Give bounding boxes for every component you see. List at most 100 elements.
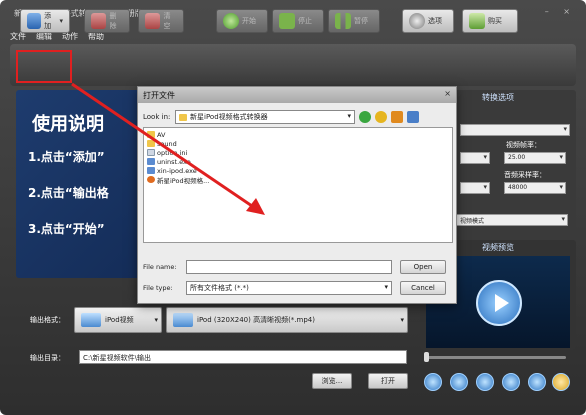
clear-icon: [145, 13, 161, 29]
audio-sample-select[interactable]: 48000: [504, 182, 566, 194]
seek-bar[interactable]: [426, 356, 566, 359]
file-name: xin-ipod.exe: [157, 166, 197, 175]
stop-button[interactable]: 停止: [272, 9, 324, 33]
file-type-label: File type:: [143, 284, 173, 292]
list-item[interactable]: 新星iPod视频格...: [147, 175, 449, 185]
exe-icon: [147, 167, 155, 174]
file-name: AV: [157, 130, 166, 139]
ipod-icon: [81, 313, 101, 327]
open-file-dialog: 打开文件 × Look in: 新星iPod视频格式转换器 ▾ AV sound…: [137, 86, 457, 304]
video-icon: [173, 313, 193, 327]
close-icon[interactable]: ×: [444, 89, 451, 98]
output-dir-input[interactable]: C:\新星视频软件\输出: [79, 350, 407, 364]
app-icon: [147, 176, 155, 183]
browse-button[interactable]: 浏览...: [312, 373, 352, 389]
buy-button[interactable]: 购买: [462, 9, 518, 33]
stop-small-icon[interactable]: [476, 373, 494, 391]
output-format-label: 输出格式：: [30, 316, 65, 324]
settings-select-1[interactable]: [460, 124, 570, 136]
view-menu-icon[interactable]: [407, 111, 419, 123]
seek-handle[interactable]: [424, 352, 429, 362]
file-name: option.ini: [157, 148, 188, 157]
up-folder-icon[interactable]: [375, 111, 387, 123]
chevron-down-icon: ▾: [154, 316, 158, 324]
options-button[interactable]: 选项: [402, 9, 454, 33]
new-folder-icon[interactable]: [391, 111, 403, 123]
file-name-label: File name:: [143, 263, 177, 271]
guide-step-3: 3.点击“开始”: [28, 222, 105, 236]
add-button[interactable]: 添加 ▾: [20, 9, 70, 33]
audio-sample-label: 音频采样率：: [504, 171, 546, 179]
chevron-down-icon: ▾: [400, 316, 404, 324]
window-controls[interactable]: – ×: [545, 7, 576, 16]
file-type-value: 所有文件格式 (*.*): [190, 284, 249, 292]
pause-button[interactable]: 暂停: [328, 9, 380, 33]
list-item[interactable]: AV: [147, 130, 449, 139]
format-device-value: iPod视频: [105, 316, 134, 324]
options-label: 选项: [428, 17, 442, 25]
snapshot-icon[interactable]: [528, 373, 546, 391]
guide-title: 使用说明: [32, 114, 104, 135]
play-icon[interactable]: [476, 280, 522, 326]
delete-label: 删除: [109, 12, 117, 30]
start-icon: [223, 13, 239, 29]
folder-icon: [179, 113, 187, 121]
stop-icon: [279, 13, 295, 29]
file-name: uninst.exe: [157, 157, 191, 166]
annotation-highlight: [16, 50, 72, 83]
folder-icon[interactable]: [552, 373, 570, 391]
dialog-title-bar: 打开文件 ×: [138, 87, 456, 103]
chevron-down-icon: ▾: [59, 17, 63, 25]
clear-button[interactable]: 清空: [138, 9, 184, 33]
gear-icon: [409, 13, 425, 29]
pause-icon: [335, 13, 351, 29]
start-button[interactable]: 开始: [216, 9, 268, 33]
file-name: sound: [157, 139, 177, 148]
list-item[interactable]: uninst.exe: [147, 157, 449, 166]
settings-select-3[interactable]: [460, 182, 490, 194]
format-device-select[interactable]: iPod视频 ▾: [74, 307, 162, 333]
play-small-icon[interactable]: [424, 373, 442, 391]
guide-step-1: 1.点击“添加”: [28, 150, 105, 164]
delete-icon: [91, 13, 107, 29]
chevron-down-icon: ▾: [347, 112, 351, 120]
folder-icon: [147, 131, 155, 138]
back-icon[interactable]: [359, 111, 371, 123]
file-icon: [147, 149, 155, 156]
list-item[interactable]: option.ini: [147, 148, 449, 157]
mode-select[interactable]: 视频模式: [456, 214, 568, 226]
toolbar: [10, 44, 576, 86]
file-type-select[interactable]: 所有文件格式 (*.*) ▾: [186, 281, 392, 295]
dialog-title: 打开文件: [143, 91, 175, 100]
look-in-value: 新星iPod视频格式转换器: [190, 113, 268, 121]
open-button[interactable]: Open: [400, 260, 446, 274]
look-in-label: Look in:: [143, 113, 171, 121]
list-item[interactable]: sound: [147, 139, 449, 148]
delete-button[interactable]: 删除: [84, 9, 130, 33]
file-name-input[interactable]: [186, 260, 392, 274]
look-in-row: Look in: 新星iPod视频格式转换器 ▾: [143, 109, 453, 125]
output-dir-label: 输出目录：: [30, 354, 65, 362]
clear-label: 清空: [163, 12, 171, 30]
file-name: 新星iPod视频格...: [157, 176, 210, 185]
format-profile-select[interactable]: iPod (320X240) 高清晰视频(*.mp4) ▾: [166, 307, 408, 333]
pause-label: 暂停: [354, 17, 368, 25]
guide-step-2: 2.点击“输出格: [28, 186, 109, 200]
add-label: 添加: [44, 12, 52, 30]
exe-icon: [147, 158, 155, 165]
volume-icon[interactable]: [502, 373, 520, 391]
format-profile-value: iPod (320X240) 高清晰视频(*.mp4): [197, 316, 315, 324]
open-folder-button[interactable]: 打开: [368, 373, 408, 389]
pause-small-icon[interactable]: [450, 373, 468, 391]
look-in-select[interactable]: 新星iPod视频格式转换器 ▾: [175, 110, 355, 124]
cancel-button[interactable]: Cancel: [400, 281, 446, 295]
video-frame-select[interactable]: 25.00: [504, 152, 566, 164]
start-label: 开始: [242, 17, 256, 25]
add-icon: [27, 13, 42, 29]
settings-select-2[interactable]: [460, 152, 490, 164]
video-frame-label: 视频帧率：: [506, 141, 541, 149]
folder-icon: [147, 140, 155, 147]
file-list: AV sound option.ini uninst.exe xin-ipod.…: [143, 127, 453, 243]
stop-label: 停止: [298, 17, 312, 25]
chevron-down-icon: ▾: [384, 283, 388, 291]
